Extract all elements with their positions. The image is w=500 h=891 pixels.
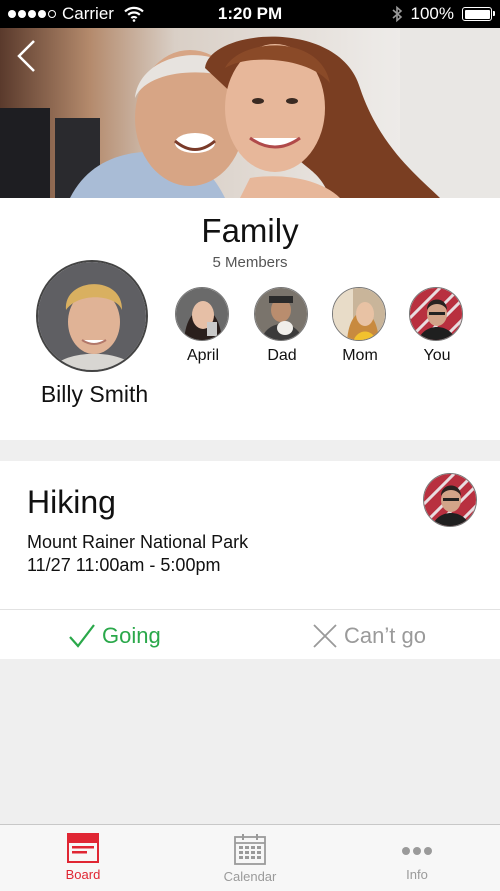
cant-go-label: Can’t go [344, 623, 426, 648]
avatar [332, 287, 386, 341]
group-title: Family [201, 212, 299, 249]
main-member[interactable]: Billy Smith [36, 260, 152, 407]
member-name: Dad [267, 347, 297, 364]
tab-label: Calendar [223, 869, 277, 884]
event-card[interactable]: Hiking Mount Rainer National Park 11/27 … [0, 461, 500, 659]
tab-info[interactable]: Info [357, 833, 477, 882]
event-creator-avatar[interactable] [423, 473, 477, 527]
group-info-card: Family 5 Members Billy Smith April Dad M… [0, 198, 500, 440]
member-name: April [186, 347, 219, 364]
tab-board[interactable]: Board [23, 833, 143, 882]
bluetooth-icon [391, 5, 402, 23]
avatar [254, 287, 308, 341]
main-member-name: Billy Smith [40, 381, 149, 407]
back-chevron-icon[interactable] [12, 38, 42, 74]
more-icon [402, 847, 432, 855]
event-time: 11/27 11:00am - 5:00pm [27, 555, 221, 575]
member-april[interactable]: April [175, 287, 231, 365]
battery-icon [462, 7, 495, 21]
battery-percent: 100% [410, 4, 454, 23]
member-name: You [423, 347, 451, 364]
member-mom[interactable]: Mom [332, 287, 388, 365]
status-bar: Carrier 1:20 PM 100% [0, 0, 500, 28]
tab-label: Board [65, 867, 101, 882]
going-button[interactable]: Going [68, 621, 161, 651]
avatar [36, 260, 148, 372]
tab-calendar[interactable]: Calendar [190, 833, 310, 884]
member-you[interactable]: You [409, 287, 465, 365]
board-icon [67, 833, 99, 863]
calendar-icon [234, 834, 266, 865]
avatar [409, 287, 463, 341]
group-cover-photo [0, 28, 500, 198]
member-name: Mom [342, 347, 378, 364]
divider [0, 609, 500, 610]
event-title: Hiking [27, 484, 116, 520]
avatar [175, 287, 229, 341]
tab-bar: Board Calendar Info [0, 824, 500, 891]
cant-go-button[interactable]: Can’t go [312, 621, 426, 651]
going-label: Going [102, 623, 161, 648]
tab-label: Info [406, 867, 428, 882]
close-icon [313, 624, 337, 648]
member-dad[interactable]: Dad [254, 287, 310, 365]
checkmark-icon [69, 624, 95, 648]
event-location: Mount Rainer National Park [27, 532, 249, 552]
